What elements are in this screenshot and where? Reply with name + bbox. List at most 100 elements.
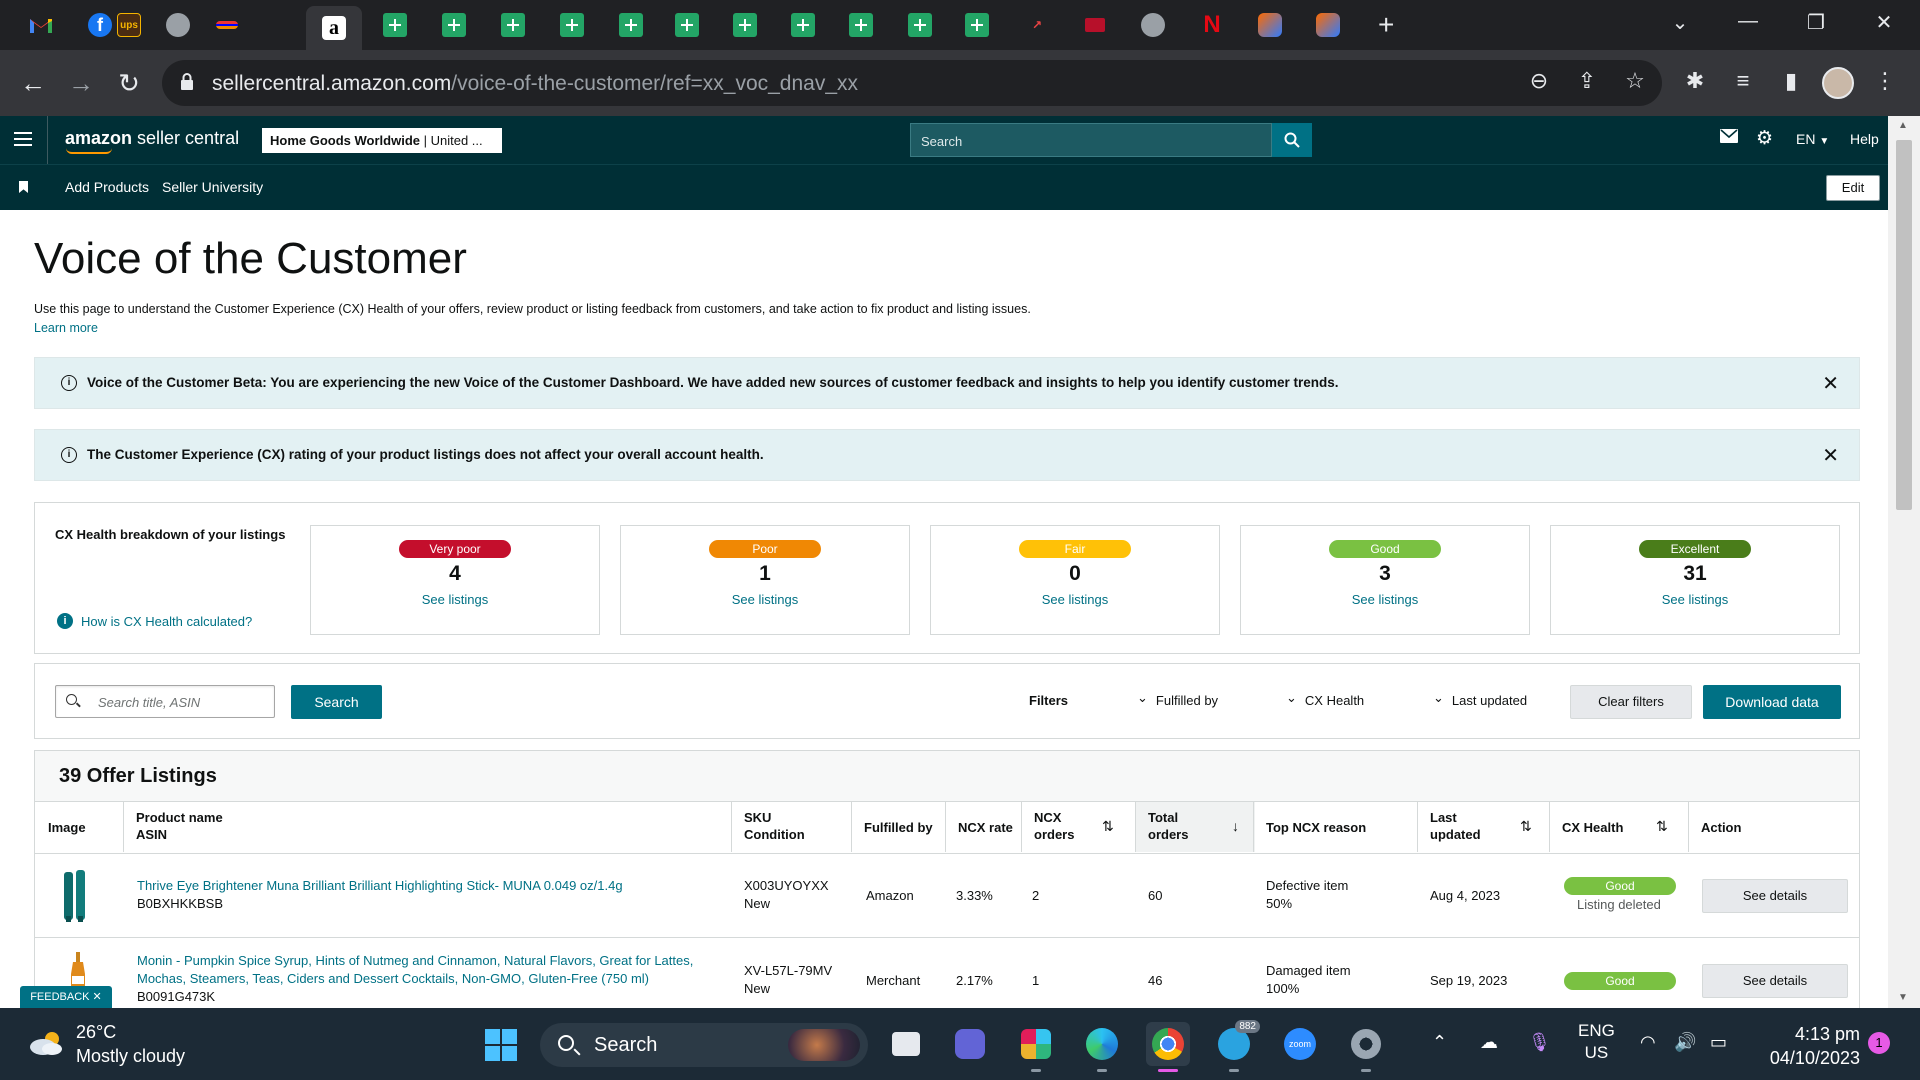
nav-add-products[interactable]: Add Products [65,179,149,195]
settings-gear-icon[interactable]: ⚙ [1756,127,1773,150]
store-selector[interactable]: Home Goods Worldwide | United ... [262,128,502,153]
wifi-icon[interactable]: ◠ [1640,1032,1656,1053]
scroll-up-arrow-icon[interactable]: ▲ [1898,120,1908,131]
product-name-link[interactable]: Monin - Pumpkin Spice Syrup, Hints of Nu… [137,952,693,988]
header-search-input[interactable]: Search [910,123,1272,157]
tab-sheets[interactable] [614,8,648,42]
new-tab-button[interactable]: + [1378,10,1394,40]
see-listings-link[interactable]: See listings [1241,592,1529,607]
sort-icon[interactable]: ⇅ [1520,818,1532,835]
download-data-button[interactable]: Download data [1703,685,1841,719]
language-indicator[interactable]: ENG US [1578,1020,1615,1064]
tab-globe[interactable] [161,8,195,42]
tab-sheets[interactable] [555,8,589,42]
cx-health-help-link[interactable]: i How is CX Health calculated? [57,613,252,629]
minimize-icon[interactable]: — [1728,10,1768,33]
sort-descending-icon[interactable]: ↓ [1232,818,1239,835]
tab-sheets[interactable] [960,8,994,42]
edge-icon[interactable] [1080,1022,1124,1072]
system-clock[interactable]: 4:13 pm 04/10/2023 [1740,1022,1860,1070]
bookmark-icon[interactable] [19,181,28,193]
see-listings-link[interactable]: See listings [1551,592,1839,607]
zoom-icon[interactable]: zoom [1278,1022,1322,1066]
fulfilled-by-dropdown[interactable]: Fulfilled by [1137,693,1218,709]
zoom-icon[interactable]: ⊖ [1522,68,1556,94]
tab-amazon-active[interactable]: a [306,6,362,50]
tab-sheets[interactable] [437,8,471,42]
last-updated-dropdown[interactable]: Last updated [1433,693,1527,709]
tab-globe[interactable] [1136,8,1170,42]
sort-icon[interactable]: ⇅ [1656,818,1668,835]
tab-netflix[interactable]: N [1195,8,1229,42]
edit-nav-button[interactable]: Edit [1826,175,1880,201]
tab-gmail[interactable] [24,8,58,42]
profile-avatar[interactable] [1822,67,1854,99]
see-listings-link[interactable]: See listings [931,592,1219,607]
cx-health-dropdown[interactable]: CX Health [1286,693,1364,709]
microphone-icon[interactable]: 🎙 [1528,1032,1551,1053]
menu-dots-icon[interactable]: ⋮ [1868,68,1902,94]
scrollbar-thumb[interactable] [1896,140,1912,510]
notification-badge[interactable]: 1 [1868,1032,1890,1054]
bookmark-star-icon[interactable]: ☆ [1618,68,1652,94]
mail-icon[interactable] [1720,129,1738,146]
help-link[interactable]: Help [1850,131,1879,147]
tab-sheets[interactable] [496,8,530,42]
close-icon[interactable]: ✕ [1822,443,1839,468]
show-hidden-icons-chevron-icon[interactable]: ⌃ [1432,1032,1447,1053]
sort-icon[interactable]: ⇅ [1102,818,1114,835]
tab-sheets[interactable] [728,8,762,42]
product-name-link[interactable]: Thrive Eye Brightener Muna Brilliant Bri… [137,877,623,895]
restore-icon[interactable]: ❐ [1796,10,1836,35]
close-icon[interactable]: ✕ [1822,371,1839,396]
share-icon[interactable]: ⇪ [1570,68,1604,94]
teams-icon[interactable] [948,1022,992,1066]
search-button[interactable]: Search [291,685,382,719]
extensions-icon[interactable]: ✱ [1678,68,1712,94]
tab-tool[interactable] [1253,8,1287,42]
battery-icon[interactable]: ▭ [1710,1032,1727,1053]
chrome-icon[interactable] [1146,1022,1190,1072]
col-last-updated[interactable]: Last updated ⇅ [1417,802,1543,852]
page-scrollbar[interactable]: ▲ ▼ [1888,116,1920,1008]
hamburger-menu-icon[interactable] [14,132,32,146]
header-search-button[interactable] [1272,123,1312,157]
tab-sheets[interactable] [670,8,704,42]
seller-central-logo[interactable]: amazon seller central [65,128,239,149]
see-details-button[interactable]: See details [1702,879,1848,913]
tab-ups[interactable]: ups [112,8,146,42]
media-icon[interactable]: ≡ [1726,68,1760,94]
settings-gear-icon[interactable] [1344,1022,1388,1072]
col-ncx-orders[interactable]: NCX orders ⇅ [1021,802,1123,852]
learn-more-link[interactable]: Learn more [34,321,98,335]
windows-start-icon[interactable] [485,1029,517,1061]
see-listings-link[interactable]: See listings [621,592,909,607]
see-details-button[interactable]: See details [1702,964,1848,998]
feedback-tab[interactable]: FEEDBACK ✕ [20,986,112,1008]
tab-sheets[interactable] [903,8,937,42]
weather-temperature[interactable]: 26°C [76,1022,116,1043]
scroll-down-arrow-icon[interactable]: ▼ [1898,992,1908,1003]
col-total-orders[interactable]: Total orders ↓ [1135,802,1255,852]
taskbar-search[interactable]: Search [540,1023,868,1067]
tab-sheets[interactable] [378,8,412,42]
telegram-icon[interactable]: 882 [1212,1020,1260,1072]
reload-icon[interactable]: ↻ [112,68,146,98]
slack-icon[interactable] [1014,1022,1058,1072]
side-panel-icon[interactable]: ▮ [1774,68,1808,94]
onedrive-cloud-icon[interactable]: ☁ [1480,1032,1498,1053]
nav-seller-university[interactable]: Seller University [162,179,263,195]
forward-icon[interactable]: → [64,68,98,98]
listing-search-input[interactable]: Search title, ASIN [55,685,275,718]
tab-chart[interactable]: ↗ [1020,8,1054,42]
file-explorer-icon[interactable] [884,1022,928,1066]
see-listings-link[interactable]: See listings [311,592,599,607]
weather-description[interactable]: Mostly cloudy [76,1046,185,1067]
clear-filters-button[interactable]: Clear filters [1570,685,1692,719]
tab-shield[interactable] [1078,8,1112,42]
volume-icon[interactable]: 🔊 [1674,1032,1696,1053]
language-selector[interactable]: EN ▼ [1796,131,1829,147]
tab-sheets[interactable] [844,8,878,42]
tab-search-chevron-icon[interactable]: ⌄ [1660,10,1700,35]
col-cx-health[interactable]: CX Health ⇅ [1549,802,1677,852]
